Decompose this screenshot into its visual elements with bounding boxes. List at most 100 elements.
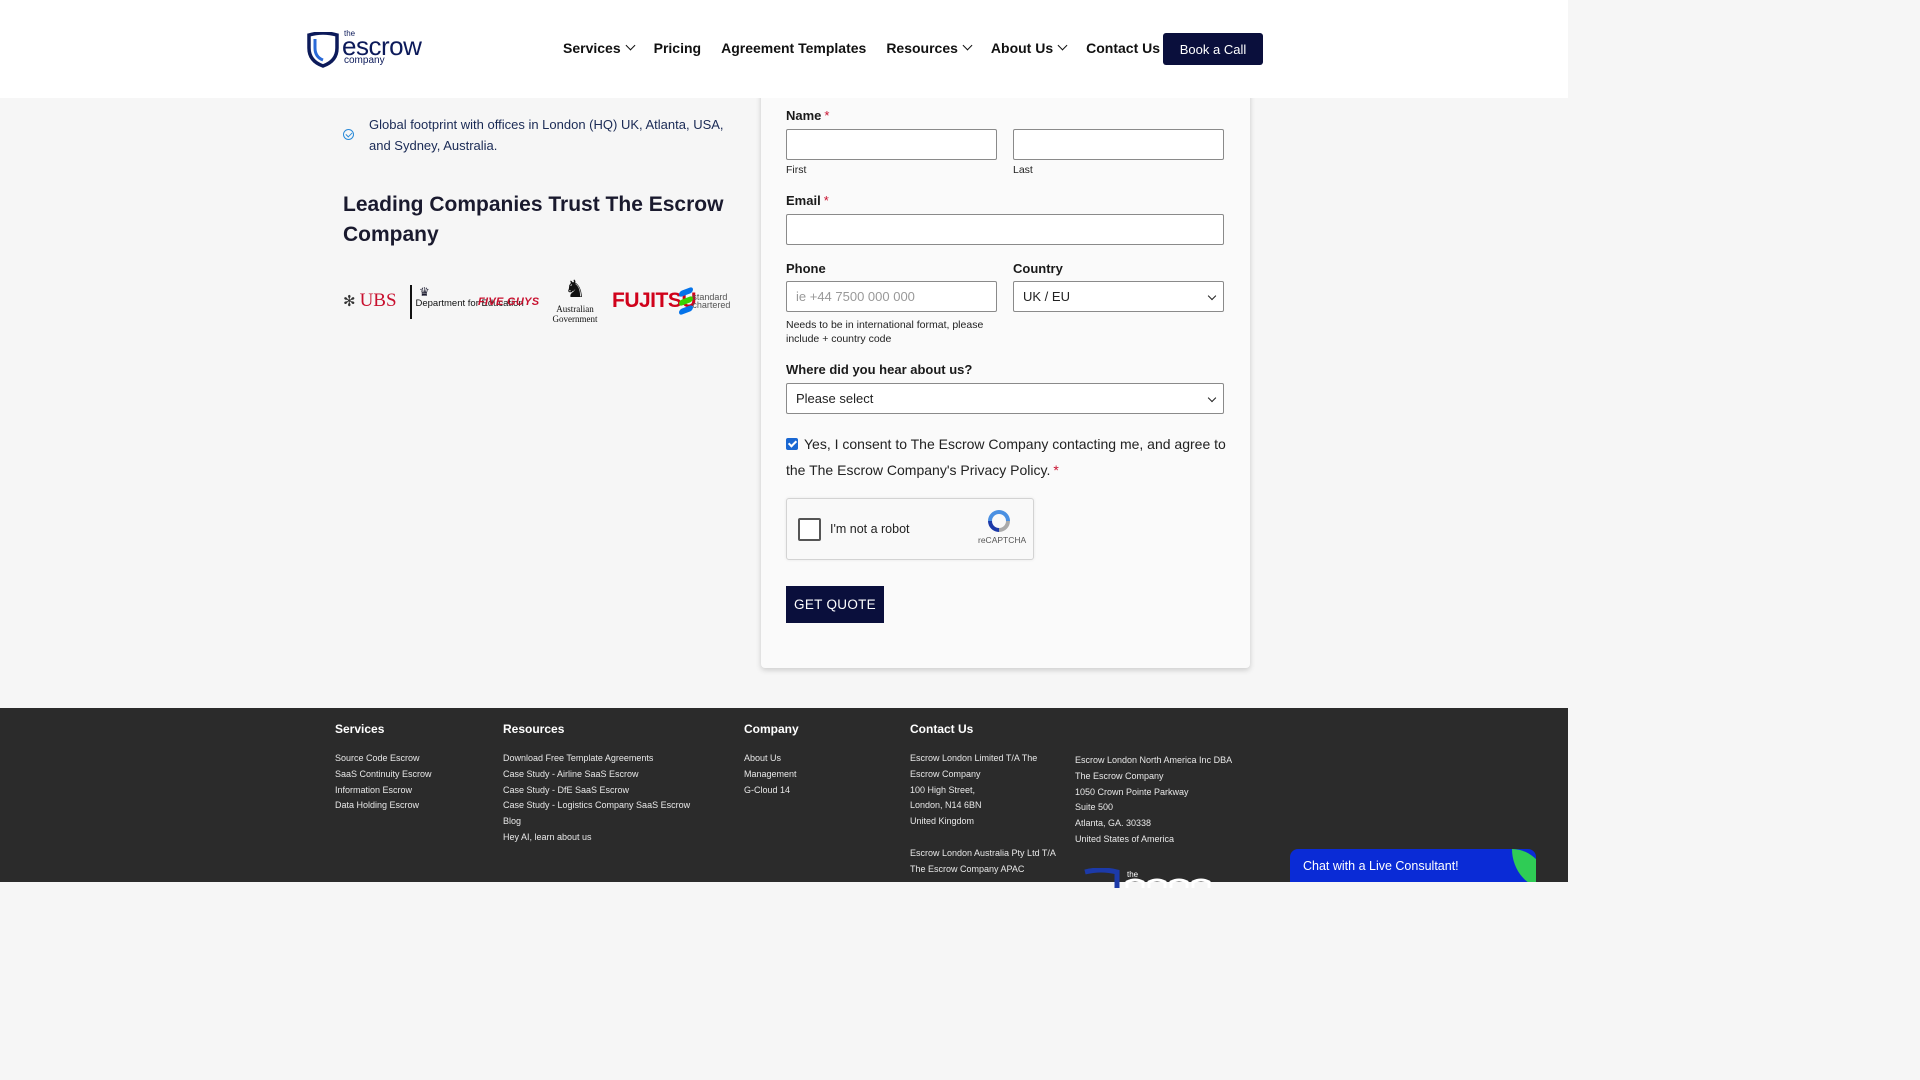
book-a-call-button[interactable]: Book a Call xyxy=(1163,33,1263,65)
email-input[interactable] xyxy=(786,214,1224,245)
nav-pricing[interactable]: Pricing xyxy=(654,40,701,56)
footer-link[interactable]: Information Escrow xyxy=(335,783,432,799)
escrow-company-logo[interactable]: the escrow company xyxy=(306,29,436,70)
footer-link[interactable]: Management xyxy=(744,767,799,783)
nav-resources-label: Resources xyxy=(886,40,958,56)
royal-crest-icon: ♛ xyxy=(419,285,430,299)
quote-form-card: Name * First Last Email * Phone ie +44 750… xyxy=(761,88,1250,668)
footer-contact: Contact Us Escrow London Limited T/A The… xyxy=(910,722,1056,878)
footer-link[interactable]: About Us xyxy=(744,751,799,767)
live-chat-label: Chat with a Live Consultant! xyxy=(1303,859,1459,873)
australian-government-logo: ♞ Australian Government xyxy=(549,276,601,324)
address-line: Escrow London Limited T/A The xyxy=(910,753,1038,763)
address-line: The Escrow Company APAC xyxy=(910,863,1025,874)
last-sublabel: Last xyxy=(1013,164,1033,176)
chevron-down-icon xyxy=(962,40,973,50)
standard-chartered-logo-text: standard chartered xyxy=(692,292,731,310)
first-sublabel: First xyxy=(786,164,807,176)
svg-text:the: the xyxy=(1127,870,1139,879)
country-select-value: UK / EU xyxy=(1023,289,1070,304)
phone-label: Phone xyxy=(786,261,826,276)
required-marker: * xyxy=(824,108,830,123)
hear-about-label: Where did you hear about us? xyxy=(786,362,973,377)
footer-company-heading: Company xyxy=(744,722,799,736)
last-name-input[interactable] xyxy=(1013,129,1224,160)
footer-link[interactable]: G-Cloud 14 xyxy=(744,783,799,799)
nav-pricing-label: Pricing xyxy=(653,40,702,56)
five-guys-logo: FIVE GUYS xyxy=(478,296,540,308)
ubs-logo: ✻ UBS xyxy=(343,290,397,312)
nav-services[interactable]: Services xyxy=(563,40,636,56)
nav-contact-us[interactable]: Contact Us xyxy=(1086,40,1160,56)
standard-chartered-mark-icon xyxy=(679,286,693,316)
nav-agreement-templates[interactable]: Agreement Templates xyxy=(721,40,866,56)
chevron-down-icon xyxy=(625,40,636,50)
footer-link[interactable]: Case Study - Airline SaaS Escrow xyxy=(503,767,690,783)
address-line: 100 High Street, xyxy=(910,784,976,795)
email-label: Email * xyxy=(786,193,829,208)
footer-resources-heading: Resources xyxy=(503,722,565,736)
ubs-keys-icon: ✻ xyxy=(343,293,356,310)
chat-leaf-icon xyxy=(1512,849,1536,882)
address-line: The Escrow Company xyxy=(1075,770,1164,781)
client-logos: ✻ UBS ♛ Department for Education FIVE GU… xyxy=(343,276,743,338)
live-chat-button[interactable]: Chat with a Live Consultant! xyxy=(1290,849,1536,882)
country-select[interactable]: UK / EU xyxy=(1013,281,1224,312)
phone-help-text: Needs to be in international format, ple… xyxy=(786,319,984,345)
consent-checkbox[interactable] xyxy=(786,438,798,450)
dfe-divider xyxy=(410,285,412,319)
address-line: Escrow London North America Inc DBA xyxy=(1075,755,1233,765)
recaptcha-widget: I'm not a robot reCAPTCHA xyxy=(786,498,1034,560)
footer-services: Services Source Code Escrow SaaS Continu… xyxy=(335,722,432,814)
main-nav: Services Pricing Agreement Templates Res… xyxy=(563,40,1180,56)
check-circle-icon xyxy=(343,129,354,140)
footer-logo: the xyxy=(1083,868,1223,888)
footer-link[interactable]: Case Study - DfE SaaS Escrow xyxy=(503,783,690,799)
address-line: London, N14 6BN xyxy=(910,800,982,811)
shield-icon xyxy=(307,32,339,68)
footer-services-heading: Services xyxy=(335,722,385,736)
feature-bullet: Global footprint with offices in London … xyxy=(343,114,743,156)
consent-field: Yes, I consent to The Escrow Company con… xyxy=(786,431,1231,483)
chevron-down-icon xyxy=(1207,393,1217,403)
hear-about-select[interactable]: Please select xyxy=(786,383,1224,414)
standard-chartered-logo: standard chartered xyxy=(679,286,743,316)
required-marker: * xyxy=(823,193,829,208)
recaptcha-checkbox[interactable] xyxy=(798,518,821,541)
recaptcha-brand: reCAPTCHA xyxy=(978,535,1027,545)
first-name-input[interactable] xyxy=(786,129,997,160)
address-line: Suite 500 xyxy=(1075,802,1114,813)
footer-link[interactable]: Blog xyxy=(503,814,690,830)
bullet-text: Global footprint with offices in London … xyxy=(369,117,724,153)
nav-about-us[interactable]: About Us xyxy=(990,40,1068,56)
consent-text: Yes, I consent to The Escrow Company con… xyxy=(786,436,1226,478)
footer-link[interactable]: Download Free Template Agreements xyxy=(503,751,690,767)
country-label: Country xyxy=(1013,261,1063,276)
address-line: United States of America xyxy=(1075,833,1175,844)
footer-link[interactable]: SaaS Continuity Escrow xyxy=(335,767,432,783)
logo-company: company xyxy=(344,55,385,66)
footer-link[interactable]: Data Holding Escrow xyxy=(335,798,432,814)
footer-link[interactable]: Hey AI, learn about us xyxy=(503,830,690,846)
coat-of-arms-icon: ♞ xyxy=(564,277,586,303)
address-line: 1050 Crown Pointe Parkway xyxy=(1075,786,1189,797)
footer-logo-shield-icon: the xyxy=(1084,868,1211,888)
footer-link[interactable]: Case Study - Logistics Company SaaS Escr… xyxy=(503,798,690,814)
nav-about-us-label: About Us xyxy=(990,40,1054,56)
chevron-down-icon xyxy=(1057,40,1068,50)
footer-link[interactable]: Source Code Escrow xyxy=(335,751,432,767)
footer-contact-heading: Contact Us xyxy=(910,722,974,736)
address-line: Atlanta, GA. 30338 xyxy=(1075,818,1152,829)
address-line: Escrow Company xyxy=(910,768,981,779)
ubs-logo-text: UBS xyxy=(359,290,397,311)
get-quote-button[interactable]: GET QUOTE xyxy=(786,586,884,623)
site-header: the escrow company Services Pricing Agre… xyxy=(0,0,1568,98)
hear-about-select-value: Please select xyxy=(796,391,874,406)
trust-heading: Leading Companies Trust The Escrow Compa… xyxy=(343,193,724,246)
recaptcha-label: I'm not a robot xyxy=(830,522,910,536)
footer-contact-na: Escrow London North America Inc DBA The … xyxy=(1075,753,1232,848)
nav-resources[interactable]: Resources xyxy=(886,40,973,56)
phone-input[interactable]: ie +44 7500 000 000 xyxy=(786,281,997,312)
nav-services-label: Services xyxy=(563,40,621,56)
footer-resources: Resources Download Free Template Agreeme… xyxy=(503,722,690,846)
